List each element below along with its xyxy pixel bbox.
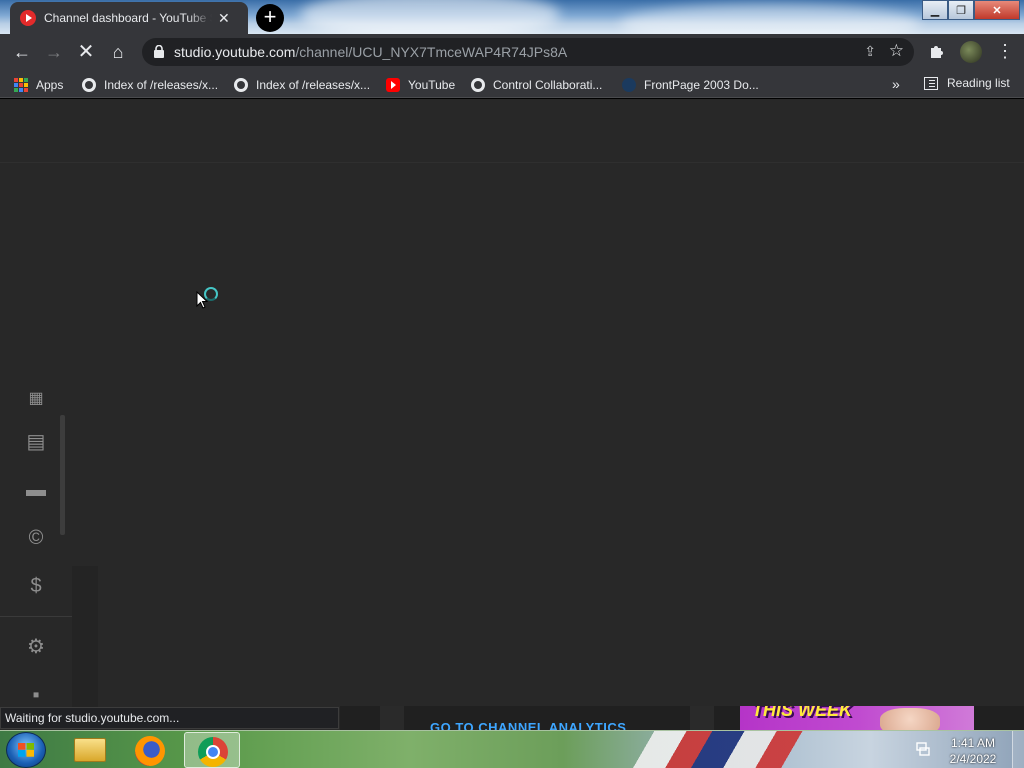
youtube-icon	[386, 78, 400, 92]
bookmarks-bar: Apps Index of /releases/x... Index of /r…	[0, 70, 1024, 98]
globe-icon	[234, 78, 248, 92]
show-desktop-button[interactable]	[1012, 731, 1024, 768]
taskbar-firefox[interactable]	[122, 732, 178, 768]
url-host: studio.youtube.com	[174, 44, 296, 60]
card-edge	[380, 706, 404, 730]
clock-time: 1:41 AM	[950, 736, 996, 750]
video-thumbnail[interactable]: THIS WEEK	[740, 706, 974, 730]
apps-icon	[14, 78, 28, 92]
home-button[interactable]: ⌂	[106, 40, 130, 64]
network-icon[interactable]	[915, 741, 931, 757]
start-button[interactable]	[6, 732, 46, 768]
globe-icon	[471, 78, 485, 92]
thumbnail-text: THIS WEEK	[752, 706, 853, 720]
loading-status-bubble: Waiting for studio.youtube.com...	[0, 707, 339, 729]
wallpaper-cloud	[620, 4, 920, 34]
back-button[interactable]: ←	[10, 40, 34, 64]
lock-icon[interactable]	[154, 45, 164, 58]
studio-header-placeholder	[0, 99, 1024, 163]
feedback-icon[interactable]: ▪	[24, 683, 48, 707]
frontpage-icon	[622, 78, 636, 92]
sidebar-scrollbar[interactable]	[60, 415, 65, 535]
bookmark-label: Index of /releases/x...	[104, 78, 219, 92]
restore-button[interactable]: ❐	[948, 0, 974, 20]
sidebar-divider	[0, 616, 72, 617]
tab-close-icon[interactable]: ✕	[218, 10, 230, 27]
comments-icon[interactable]: ▤	[24, 430, 48, 454]
windows-taskbar: 1:41 AM 2/4/2022	[0, 730, 1024, 768]
window-close-button[interactable]: ✕	[974, 0, 1020, 20]
firefox-icon	[135, 736, 165, 766]
bookmark-label: YouTube	[408, 78, 456, 92]
dashboard-cards-strip: GO TO CHANNEL ANALYTICS THIS WEEK	[340, 706, 1024, 730]
window-controls: ▁ ❐ ✕	[922, 0, 1020, 20]
taskbar-chrome[interactable]	[184, 732, 240, 768]
settings-icon[interactable]: ⚙	[24, 635, 48, 659]
system-clock[interactable]: 1:41 AM 2/4/2022	[940, 735, 1006, 767]
reading-list-button[interactable]: Reading list	[924, 76, 1010, 90]
sidebar-item-audio-icon[interactable]: ▦	[24, 387, 48, 411]
chrome-icon	[198, 737, 228, 767]
page-content: ▦ ▤ ▬ © $ ⚙ ▪	[0, 99, 1024, 730]
bookmark-frontpage-2003[interactable]: FrontPage 2003 Do...	[622, 76, 759, 94]
bookmarks-overflow-icon[interactable]: »	[892, 76, 900, 92]
clock-date: 2/4/2022	[949, 752, 997, 766]
stop-loading-button[interactable]: ✕	[74, 40, 98, 64]
bookmark-index-releases-2[interactable]: Index of /releases/x...	[234, 76, 370, 94]
browser-toolbar: ← → ✕ ⌂ studio.youtube.com/channel/UCU_N…	[0, 34, 1024, 70]
url-text[interactable]: studio.youtube.com/channel/UCU_NYX7TmceW…	[174, 44, 567, 60]
mouse-cursor-icon	[196, 291, 208, 309]
address-bar[interactable]: studio.youtube.com/channel/UCU_NYX7TmceW…	[142, 38, 914, 66]
reading-list-label: Reading list	[947, 76, 1010, 90]
subtitles-icon[interactable]: ▬	[24, 478, 48, 502]
bookmark-star-icon[interactable]: ☆	[889, 41, 904, 61]
thumbnail-face	[880, 708, 940, 730]
taskbar-windows-explorer[interactable]	[62, 732, 118, 768]
tab-strip: Channel dashboard - YouTube Studio ✕ + ▁…	[0, 0, 1024, 34]
windows-logo-icon	[18, 743, 34, 757]
copyright-icon[interactable]: ©	[24, 526, 48, 550]
bookmark-label: Control Collaborati...	[493, 78, 603, 92]
bookmark-label: Index of /releases/x...	[256, 78, 371, 92]
monetization-icon[interactable]: $	[24, 574, 48, 598]
new-tab-button[interactable]: +	[256, 4, 284, 32]
share-icon[interactable]: ⇪	[864, 43, 876, 60]
bookmark-label: FrontPage 2003 Do...	[644, 78, 759, 92]
sidebar-edge	[72, 566, 98, 730]
bookmark-label: Apps	[36, 78, 64, 92]
youtube-studio-favicon-icon	[20, 10, 36, 26]
extensions-puzzle-icon[interactable]	[928, 42, 946, 60]
forward-button[interactable]: →	[42, 40, 66, 64]
go-to-channel-analytics-link[interactable]: GO TO CHANNEL ANALYTICS	[430, 720, 626, 730]
profile-avatar[interactable]	[960, 41, 982, 63]
url-path: /channel/UCU_NYX7TmceWAP4R74JPs8A	[295, 44, 568, 60]
folder-icon	[74, 738, 106, 762]
bookmark-index-releases-1[interactable]: Index of /releases/x...	[82, 76, 218, 94]
minimize-button[interactable]: ▁	[922, 0, 948, 20]
browser-menu-icon[interactable]: ⋮	[996, 40, 1014, 62]
globe-icon	[82, 78, 96, 92]
card-edge	[690, 706, 714, 730]
reading-list-icon	[924, 76, 938, 90]
wallpaper-cloud	[300, 0, 560, 34]
browser-tab[interactable]: Channel dashboard - YouTube Studio ✕	[10, 2, 248, 34]
bookmark-youtube[interactable]: YouTube	[386, 76, 455, 94]
wallpaper-art	[590, 731, 890, 768]
tab-title: Channel dashboard - YouTube Studio	[44, 11, 212, 25]
bookmark-apps[interactable]: Apps	[14, 76, 63, 94]
bookmark-control-collaboration[interactable]: Control Collaborati...	[471, 76, 602, 94]
